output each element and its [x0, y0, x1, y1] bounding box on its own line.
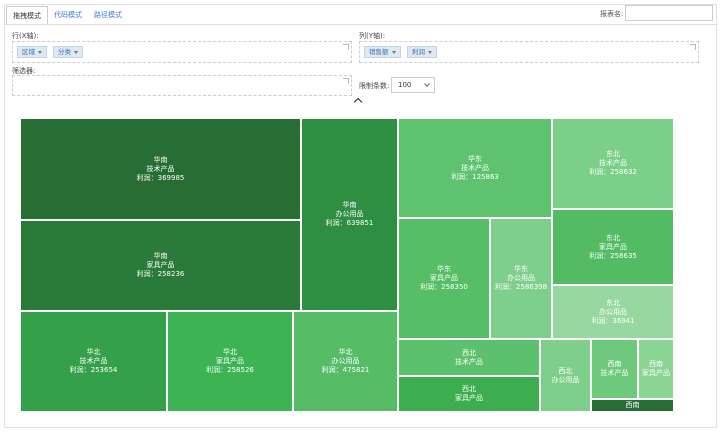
row-chip-region[interactable]: 区域 — [17, 46, 47, 58]
rows-label: 行(X轴): — [12, 32, 39, 40]
rows-dropzone[interactable]: 区域 分类 — [12, 41, 352, 63]
report-name-label: 报表名: — [600, 10, 624, 18]
tab-divider — [4, 24, 717, 25]
tile-label: 东北 — [606, 298, 620, 307]
caret-down-icon — [38, 50, 42, 54]
tile-label: 利润：36941 — [591, 316, 635, 325]
tile-label: 技术产品 — [461, 163, 489, 172]
tile-label: 华南 — [342, 201, 357, 209]
tile-label: 西南 — [649, 360, 663, 368]
treemap-tile[interactable]: 华北 家具产品 利润：258526 — [167, 311, 293, 412]
col-chip-sales[interactable]: 销售额 — [364, 46, 401, 58]
caret-down-icon — [428, 50, 432, 54]
tile-label: 家具产品 — [599, 242, 627, 251]
chip-label: 利润 — [412, 48, 425, 56]
tile-label: 家具产品 — [216, 357, 244, 365]
treemap-tile[interactable]: 华东 家具产品 利润：258350 — [398, 218, 490, 339]
treemap-tile[interactable]: 西南 家具产品 — [638, 339, 674, 399]
chip-label: 分类 — [58, 48, 71, 56]
caret-down-icon — [391, 50, 396, 54]
tab-path-mode[interactable]: 路径模式 — [88, 6, 128, 25]
cols-label: 列(Y轴): — [359, 32, 386, 40]
tile-label: 家具产品 — [146, 261, 175, 269]
tile-label: 技术产品 — [146, 164, 175, 173]
tile-label: 西南 — [625, 401, 640, 409]
tile-label: 西南 — [607, 360, 622, 368]
tab-drag-mode[interactable]: 拖拽模式 — [6, 6, 48, 25]
resize-handle-icon — [690, 44, 696, 50]
limit-select[interactable]: 100 — [391, 77, 435, 93]
tile-label: 华东 — [514, 265, 528, 273]
tile-label: 家具产品 — [430, 274, 458, 282]
tile-label: 东北 — [606, 233, 620, 242]
tile-label: 利润：253654 — [69, 366, 118, 374]
treemap-tile[interactable]: 西北 家具产品 — [398, 376, 540, 412]
tile-label: 利润：125863 — [451, 172, 499, 181]
tile-label: 西北 — [462, 348, 476, 357]
tile-label: 办公用品 — [599, 307, 627, 316]
tile-label: 西北 — [558, 366, 573, 375]
treemap-tile[interactable]: 西北 办公用品 — [540, 339, 591, 412]
treemap-tile[interactable]: 西南 — [591, 399, 674, 412]
treemap-tile[interactable]: 华南 办公用品 利润：639851 — [301, 118, 398, 311]
treemap-tile[interactable]: 西南 技术产品 — [591, 339, 638, 399]
tile-label: 技术产品 — [79, 357, 108, 365]
row-chip-category[interactable]: 分类 — [53, 46, 83, 58]
mode-tabs: 拖拽模式 代码模式 路径模式 — [6, 6, 128, 25]
treemap-tile[interactable]: 华北 技术产品 利润：253654 — [20, 311, 167, 412]
tile-label: 利润：258236 — [136, 270, 185, 278]
limit-value: 100 — [398, 81, 412, 89]
tile-label: 办公用品 — [507, 274, 535, 282]
tile-label: 华北 — [223, 348, 237, 356]
tile-label: 华北 — [338, 348, 353, 356]
tile-label: 华东 — [437, 265, 451, 273]
treemap-tile[interactable]: 华北 办公用品 利润：475821 — [293, 311, 398, 412]
tab-code-mode[interactable]: 代码模式 — [48, 6, 88, 25]
report-name-input[interactable] — [625, 5, 713, 21]
tile-label: 利润：258635 — [589, 251, 637, 260]
tile-label: 办公用品 — [551, 375, 580, 384]
chevron-down-icon — [424, 81, 430, 87]
tile-label: 东北 — [606, 150, 620, 158]
tile-label: 利润：475821 — [321, 366, 370, 374]
treemap-tile[interactable]: 华南 家具产品 利润：258236 — [20, 220, 301, 311]
tile-label: 办公用品 — [331, 357, 360, 365]
tile-label: 华南 — [153, 155, 168, 164]
resize-handle-icon — [343, 78, 349, 84]
treemap-tile[interactable]: 华南 技术产品 利润：369985 — [20, 118, 301, 220]
tile-label: 利润：369985 — [136, 173, 185, 182]
resize-handle-icon — [343, 44, 349, 50]
tile-label: 华北 — [86, 348, 101, 356]
tile-label: 利润：2586398 — [494, 283, 548, 291]
tile-label: 办公用品 — [335, 210, 364, 218]
tile-label: 技术产品 — [600, 369, 629, 377]
tile-label: 利润：639851 — [325, 219, 374, 227]
tile-label: 技术产品 — [455, 357, 483, 366]
treemap-tile[interactable]: 华东 技术产品 利润：125863 — [398, 118, 552, 218]
tile-label: 家具产品 — [455, 394, 483, 402]
treemap-chart: 华南 技术产品 利润：369985 华南 家具产品 利润：258236 华南 办公用品 利润：6… — [20, 118, 674, 412]
tile-label: 技术产品 — [599, 159, 627, 167]
treemap-tile[interactable]: 西北 技术产品 — [398, 339, 540, 376]
tile-label: 家具产品 — [642, 369, 670, 377]
tile-label: 利润：258350 — [420, 283, 468, 291]
chip-label: 销售额 — [369, 48, 389, 56]
treemap-tile[interactable]: 东北 技术产品 利润：258632 — [552, 118, 674, 209]
col-chip-profit[interactable]: 利润 — [407, 46, 437, 58]
treemap-tile[interactable]: 华东 办公用品 利润：2586398 — [490, 218, 552, 339]
treemap-tile[interactable]: 东北 家具产品 利润：258635 — [552, 209, 674, 285]
tile-label: 西北 — [462, 385, 476, 393]
tile-label: 华南 — [153, 252, 168, 260]
cols-dropzone[interactable]: 销售额 利润 — [359, 41, 699, 63]
tile-label: 利润：258526 — [206, 366, 254, 374]
chip-label: 区域 — [22, 48, 35, 56]
treemap-tile[interactable]: 东北 办公用品 利润：36941 — [552, 285, 674, 339]
tile-label: 华东 — [468, 154, 482, 163]
caret-down-icon — [74, 50, 78, 54]
tile-label: 利润：258632 — [589, 168, 637, 176]
filter-dropzone[interactable] — [12, 75, 352, 96]
limit-label: 限制条数: — [359, 82, 390, 90]
